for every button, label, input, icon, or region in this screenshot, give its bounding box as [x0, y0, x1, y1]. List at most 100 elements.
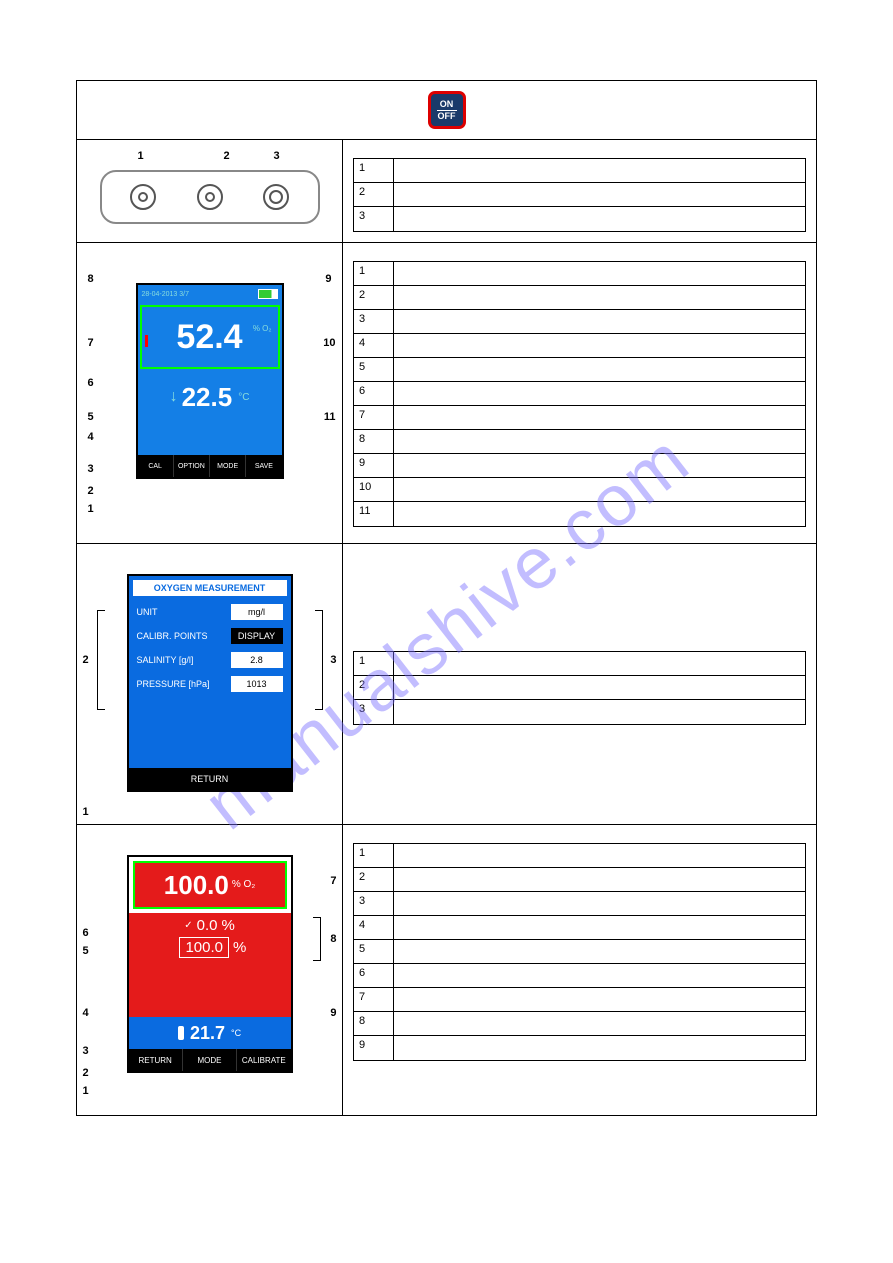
cell-txt [394, 892, 805, 915]
cell-num: 2 [354, 286, 394, 309]
cell-num: 4 [354, 916, 394, 939]
cell-num: 6 [354, 382, 394, 405]
cell-txt [394, 478, 805, 501]
cell-num: 9 [354, 1036, 394, 1060]
menu-label: UNIT [137, 607, 158, 617]
cell-txt [394, 940, 805, 963]
scr1-temp-value: 22.5 [182, 382, 233, 413]
callout-1: 1 [83, 806, 89, 818]
arrow-down-icon: ↓ [170, 388, 178, 406]
scr1-indicator [145, 335, 148, 347]
scr3-row2-unit: % [233, 939, 246, 956]
cell-num: 1 [354, 159, 394, 182]
jacks-diagram: 1 2 3 [100, 150, 320, 224]
menu-row[interactable]: PRESSURE [hPa] 1013 [129, 672, 291, 696]
cell-txt [394, 159, 805, 182]
callout-9: 9 [330, 1007, 336, 1019]
cell-txt [394, 358, 805, 381]
callout-6: 6 [83, 927, 89, 939]
cell-txt [394, 183, 805, 206]
cell-num: 6 [354, 964, 394, 987]
cell-txt [394, 262, 805, 285]
fkey-calibrate[interactable]: CALIBRATE [237, 1049, 290, 1071]
scr3-row1-unit: % [221, 917, 234, 934]
device-screen-1: 28-04-2013 3/7 52.4 % O₂ ↓ 22.5 °C [136, 283, 284, 479]
callout-1: 1 [88, 503, 94, 515]
scr3-row1: ✓ 0.0 % [184, 917, 235, 934]
callout-7: 7 [330, 875, 336, 887]
scr2-return-button[interactable]: RETURN [129, 768, 291, 790]
callout-8: 8 [88, 273, 94, 285]
cell-num: 3 [354, 700, 394, 724]
callout-5: 5 [88, 411, 94, 423]
menu-row[interactable]: SALINITY [g/l] 2.8 [129, 648, 291, 672]
fkey-cal[interactable]: CAL [138, 455, 174, 477]
onoff-button[interactable]: ON OFF [428, 91, 466, 129]
scr1-datetime: 28-04-2013 3/7 [142, 291, 189, 298]
cell-txt [394, 430, 805, 453]
fkey-mode[interactable]: MODE [210, 455, 246, 477]
scr2-title: OXYGEN MEASUREMENT [133, 580, 287, 596]
section-jacks: 1 2 3 1 2 3 [77, 140, 816, 243]
fkey-mode[interactable]: MODE [183, 1049, 237, 1071]
scr1-unit: % O₂ [253, 325, 272, 333]
cell-num: 10 [354, 478, 394, 501]
bracket-right [313, 917, 321, 961]
fkey-save[interactable]: SAVE [246, 455, 281, 477]
fkey-return[interactable]: RETURN [129, 1049, 183, 1071]
bracket-right [315, 610, 323, 710]
section-scr2: 2 3 1 OXYGEN MEASUREMENT UNIT mg/l CALIB… [77, 544, 816, 825]
check-icon: ✓ [184, 920, 192, 931]
scr3-temp-unit: °C [231, 1028, 241, 1038]
cell-txt [394, 334, 805, 357]
check-icon [173, 942, 176, 953]
scr3-top-band: 100.0 % O₂ [133, 861, 287, 909]
scr3-top-value: 100.0 [164, 870, 229, 901]
menu-label: PRESSURE [hPa] [137, 679, 210, 689]
callout-10: 10 [323, 337, 335, 349]
cell-txt [394, 502, 805, 526]
cell-num: 8 [354, 1012, 394, 1035]
scr1-temp-unit: °C [238, 392, 249, 403]
fkey-option[interactable]: OPTION [174, 455, 210, 477]
cell-num: 2 [354, 183, 394, 206]
callout-6: 6 [88, 377, 94, 389]
cell-num: 7 [354, 406, 394, 429]
cell-txt [394, 676, 805, 699]
menu-value: 1013 [231, 676, 283, 692]
scr3-tempbar: 21.7 °C [129, 1017, 291, 1049]
scr1-table: 1 2 3 4 5 6 7 8 9 10 11 [353, 261, 806, 527]
menu-label: CALIBR. POINTS [137, 631, 208, 641]
jack-2 [197, 184, 223, 210]
cell-txt [394, 964, 805, 987]
scr1-reading: 52.4 [176, 318, 242, 357]
cell-txt [394, 652, 805, 675]
scr3-table: 1 2 3 4 5 6 7 8 9 [353, 843, 806, 1061]
table-row: 2 [354, 183, 805, 207]
menu-value: mg/l [231, 604, 283, 620]
cell-txt [394, 286, 805, 309]
cell-txt [394, 1012, 805, 1035]
cell-txt [394, 207, 805, 231]
cell-num: 2 [354, 676, 394, 699]
menu-row[interactable]: CALIBR. POINTS DISPLAY [129, 624, 291, 648]
menu-value: 2.8 [231, 652, 283, 668]
cell-num: 3 [354, 310, 394, 333]
bracket-left [97, 610, 105, 710]
callout-7: 7 [88, 337, 94, 349]
cell-txt [394, 382, 805, 405]
scr1-topbar: 28-04-2013 3/7 [138, 285, 282, 303]
jack-1 [130, 184, 156, 210]
jack-label-2: 2 [224, 150, 230, 162]
cell-num: 3 [354, 207, 394, 231]
menu-row[interactable]: UNIT mg/l [129, 600, 291, 624]
cell-txt [394, 454, 805, 477]
menu-label: SALINITY [g/l] [137, 655, 194, 665]
cell-txt [394, 916, 805, 939]
cell-txt [394, 868, 805, 891]
scr3-top-unit: % O₂ [232, 880, 255, 890]
scr1-fkeys: CAL OPTION MODE SAVE [138, 455, 282, 477]
document-frame: ON OFF 1 2 3 [76, 80, 817, 1116]
cell-num: 4 [354, 334, 394, 357]
cell-num: 1 [354, 652, 394, 675]
